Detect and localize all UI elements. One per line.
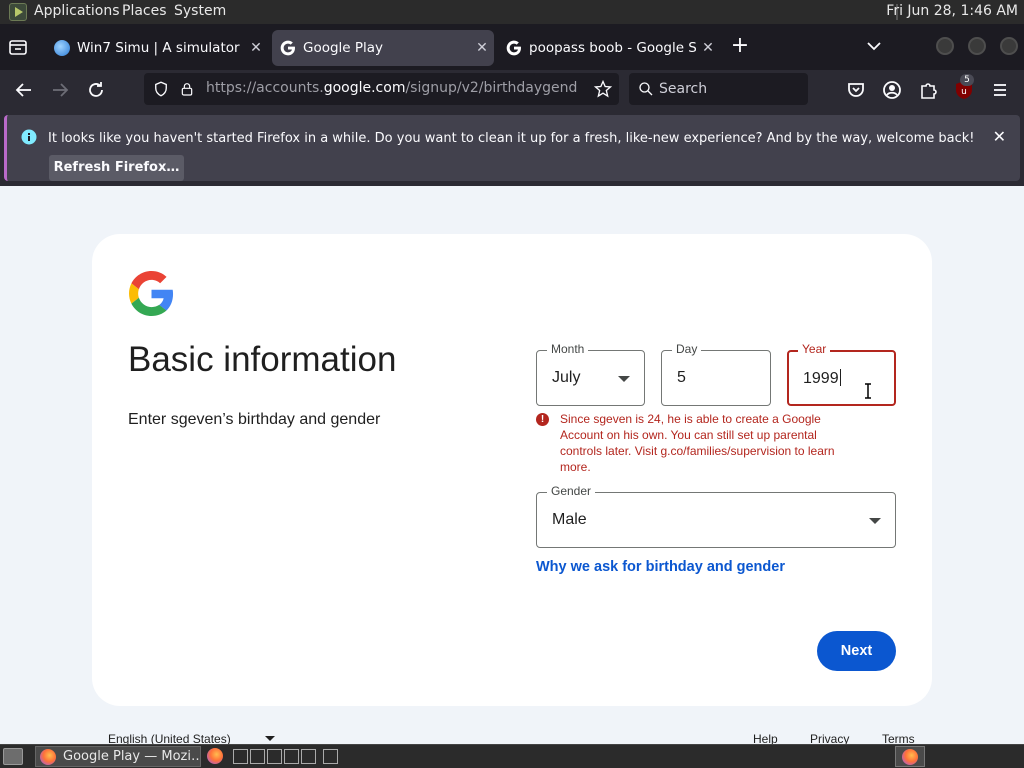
desktop-top-panel: Applications Places System Fri Jun 28, 1… (0, 0, 1024, 24)
text-cursor-icon (865, 383, 871, 399)
close-window-icon[interactable] (1000, 37, 1018, 55)
refresh-firefox-button[interactable]: Refresh Firefox… (49, 155, 184, 181)
firefox-view-icon[interactable] (6, 35, 30, 59)
tray-window-button[interactable] (895, 746, 925, 767)
error-icon: ! (536, 413, 549, 426)
workspace-6[interactable] (323, 749, 338, 764)
year-field[interactable]: Year 1999 (787, 342, 896, 406)
day-field[interactable]: Day 5 (661, 342, 771, 406)
applications-menu[interactable]: Applications (34, 3, 120, 19)
applications-menu-icon[interactable] (9, 3, 27, 21)
search-icon (639, 82, 653, 96)
terms-link[interactable]: Terms (882, 732, 915, 744)
info-icon (21, 129, 37, 145)
chevron-down-icon (618, 376, 630, 382)
places-menu[interactable]: Places (122, 3, 167, 19)
workspace-5[interactable] (301, 749, 316, 764)
extensions-puzzle-icon[interactable] (916, 78, 940, 102)
shield-icon[interactable] (152, 80, 170, 98)
year-label: Year (798, 342, 831, 356)
why-birthday-gender-link[interactable]: Why we ask for birthday and gender (536, 559, 785, 575)
taskbar-window-button[interactable]: Google Play — Mozi… (35, 746, 201, 767)
system-menu[interactable]: System (174, 3, 226, 19)
month-label: Month (547, 342, 589, 356)
search-bar[interactable]: Search (629, 73, 808, 105)
workspace-1[interactable] (233, 749, 248, 764)
close-notification-icon[interactable]: ✕ (993, 127, 1006, 146)
next-button[interactable]: Next (817, 631, 896, 671)
page-title: Basic information (128, 340, 397, 379)
reload-icon[interactable] (84, 78, 108, 102)
forward-icon[interactable] (48, 78, 72, 102)
gender-label: Gender (547, 484, 596, 498)
day-label: Day (672, 342, 702, 356)
lock-icon[interactable] (179, 80, 195, 98)
google-favicon-icon (506, 40, 521, 56)
close-tab-icon[interactable]: ✕ (470, 40, 494, 56)
refresh-notification-bar: It looks like you haven't started Firefo… (0, 110, 1024, 186)
close-tab-icon[interactable]: ✕ (696, 40, 720, 56)
taskbar-window-title: Google Play — Mozi… (63, 749, 201, 764)
month-select[interactable]: Month July (536, 342, 645, 406)
workspace-2[interactable] (250, 749, 265, 764)
day-value: 5 (677, 369, 686, 386)
clock[interactable]: Fri Jun 28, 1:46 AM (886, 3, 1018, 19)
maximize-window-icon[interactable] (968, 37, 986, 55)
page-subtitle: Enter sgeven’s birthday and gender (128, 411, 381, 428)
chevron-down-icon (264, 736, 275, 741)
gender-select[interactable]: Gender Male (536, 484, 896, 548)
firefox-icon (902, 749, 918, 765)
year-value: 1999 (803, 369, 841, 387)
close-tab-icon[interactable]: ✕ (244, 40, 268, 56)
firefox-launcher-icon[interactable] (207, 748, 223, 764)
text-caret (839, 369, 841, 386)
error-text: Since sgeven is 24, he is able to create… (560, 412, 835, 474)
firefox-icon (40, 749, 56, 765)
search-placeholder: Search (659, 81, 708, 97)
tab-title: poopass boob - Google Sear (529, 40, 696, 56)
tab-google-play[interactable]: Google Play ✕ (272, 30, 494, 66)
month-value: July (552, 369, 581, 386)
workspace-3[interactable] (267, 749, 282, 764)
gender-value: Male (552, 511, 587, 528)
privacy-link[interactable]: Privacy (810, 732, 849, 744)
back-icon[interactable] (12, 78, 36, 102)
page-content: Basic information Enter sgeven’s birthda… (0, 186, 1024, 744)
notification-message: It looks like you haven't started Firefo… (48, 131, 975, 146)
tab-bar: Win7 Simu | A simulator of W ✕ Google Pl… (0, 24, 1024, 70)
tab-title: Win7 Simu | A simulator of W (77, 40, 244, 56)
signup-card: Basic information Enter sgeven’s birthda… (92, 234, 932, 706)
url-bar[interactable]: https://accounts.google.com/signup/v2/bi… (144, 73, 619, 105)
account-icon[interactable] (880, 78, 904, 102)
svg-text:u: u (961, 87, 967, 97)
url-text[interactable]: https://accounts.google.com/signup/v2/bi… (206, 80, 578, 96)
notification-box: It looks like you haven't started Firefo… (4, 115, 1020, 181)
google-favicon-icon (280, 40, 295, 56)
tab-google-search[interactable]: poopass boob - Google Sear ✕ (498, 30, 720, 66)
show-desktop-icon[interactable] (3, 748, 23, 765)
extension-badge: 5 (960, 74, 974, 86)
chevron-down-icon (869, 518, 881, 524)
tab-win7-simu[interactable]: Win7 Simu | A simulator of W ✕ (46, 30, 268, 66)
help-link[interactable]: Help (753, 732, 778, 744)
google-logo-icon (129, 271, 174, 316)
navigation-toolbar: https://accounts.google.com/signup/v2/bi… (0, 70, 1024, 110)
hamburger-menu-icon[interactable] (988, 78, 1012, 102)
pocket-icon[interactable] (844, 78, 868, 102)
bottom-taskbar: Google Play — Mozi… (0, 744, 1024, 768)
list-all-tabs-icon[interactable] (862, 34, 886, 58)
workspace-4[interactable] (284, 749, 299, 764)
tab-title: Google Play (303, 40, 384, 56)
globe-favicon-icon (54, 40, 70, 56)
language-selector[interactable]: English (United States) (108, 732, 275, 744)
bookmark-star-icon[interactable] (593, 79, 613, 99)
minimize-window-icon[interactable] (936, 37, 954, 55)
new-tab-icon[interactable]: + (728, 34, 752, 58)
